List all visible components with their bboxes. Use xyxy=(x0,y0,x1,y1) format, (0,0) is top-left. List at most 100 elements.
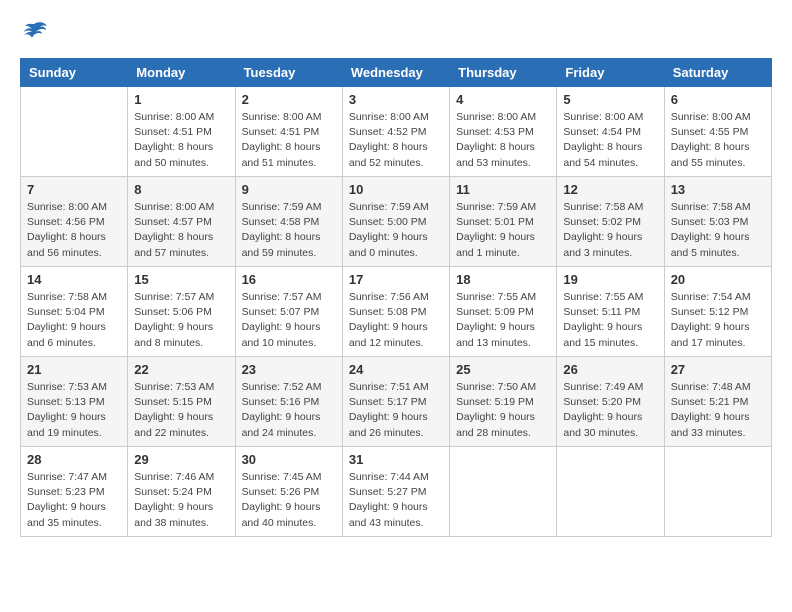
day-info: Sunrise: 7:53 AM Sunset: 5:13 PM Dayligh… xyxy=(27,380,121,441)
day-number: 14 xyxy=(27,272,121,287)
day-cell: 2 Sunrise: 8:00 AM Sunset: 4:51 PM Daylig… xyxy=(235,87,342,177)
week-row-3: 14 Sunrise: 7:58 AM Sunset: 5:04 PM Dayli… xyxy=(21,267,772,357)
day-cell: 16 Sunrise: 7:57 AM Sunset: 5:07 PM Dayli… xyxy=(235,267,342,357)
column-header-tuesday: Tuesday xyxy=(235,59,342,87)
day-cell: 19 Sunrise: 7:55 AM Sunset: 5:11 PM Dayli… xyxy=(557,267,664,357)
day-number: 17 xyxy=(349,272,443,287)
day-info: Sunrise: 7:54 AM Sunset: 5:12 PM Dayligh… xyxy=(671,290,765,351)
day-info: Sunrise: 7:46 AM Sunset: 5:24 PM Dayligh… xyxy=(134,470,228,531)
day-cell: 15 Sunrise: 7:57 AM Sunset: 5:06 PM Dayli… xyxy=(128,267,235,357)
day-number: 21 xyxy=(27,362,121,377)
day-number: 27 xyxy=(671,362,765,377)
day-info: Sunrise: 7:50 AM Sunset: 5:19 PM Dayligh… xyxy=(456,380,550,441)
day-number: 11 xyxy=(456,182,550,197)
day-cell: 28 Sunrise: 7:47 AM Sunset: 5:23 PM Dayli… xyxy=(21,447,128,537)
day-info: Sunrise: 7:44 AM Sunset: 5:27 PM Dayligh… xyxy=(349,470,443,531)
day-info: Sunrise: 8:00 AM Sunset: 4:55 PM Dayligh… xyxy=(671,110,765,171)
day-info: Sunrise: 7:59 AM Sunset: 5:01 PM Dayligh… xyxy=(456,200,550,261)
day-info: Sunrise: 7:55 AM Sunset: 5:09 PM Dayligh… xyxy=(456,290,550,351)
day-info: Sunrise: 7:47 AM Sunset: 5:23 PM Dayligh… xyxy=(27,470,121,531)
day-info: Sunrise: 8:00 AM Sunset: 4:54 PM Dayligh… xyxy=(563,110,657,171)
day-number: 8 xyxy=(134,182,228,197)
day-number: 9 xyxy=(242,182,336,197)
day-cell xyxy=(664,447,771,537)
day-cell: 20 Sunrise: 7:54 AM Sunset: 5:12 PM Dayli… xyxy=(664,267,771,357)
logo xyxy=(20,20,52,42)
column-header-thursday: Thursday xyxy=(450,59,557,87)
week-row-2: 7 Sunrise: 8:00 AM Sunset: 4:56 PM Daylig… xyxy=(21,177,772,267)
day-info: Sunrise: 8:00 AM Sunset: 4:57 PM Dayligh… xyxy=(134,200,228,261)
day-cell: 21 Sunrise: 7:53 AM Sunset: 5:13 PM Dayli… xyxy=(21,357,128,447)
day-cell: 7 Sunrise: 8:00 AM Sunset: 4:56 PM Daylig… xyxy=(21,177,128,267)
day-cell: 31 Sunrise: 7:44 AM Sunset: 5:27 PM Dayli… xyxy=(342,447,449,537)
day-info: Sunrise: 8:00 AM Sunset: 4:51 PM Dayligh… xyxy=(242,110,336,171)
day-number: 16 xyxy=(242,272,336,287)
day-cell: 26 Sunrise: 7:49 AM Sunset: 5:20 PM Dayli… xyxy=(557,357,664,447)
day-info: Sunrise: 7:53 AM Sunset: 5:15 PM Dayligh… xyxy=(134,380,228,441)
day-info: Sunrise: 7:55 AM Sunset: 5:11 PM Dayligh… xyxy=(563,290,657,351)
day-number: 4 xyxy=(456,92,550,107)
day-number: 6 xyxy=(671,92,765,107)
day-cell: 1 Sunrise: 8:00 AM Sunset: 4:51 PM Daylig… xyxy=(128,87,235,177)
day-cell: 14 Sunrise: 7:58 AM Sunset: 5:04 PM Dayli… xyxy=(21,267,128,357)
calendar-table: SundayMondayTuesdayWednesdayThursdayFrid… xyxy=(20,58,772,537)
day-info: Sunrise: 7:58 AM Sunset: 5:03 PM Dayligh… xyxy=(671,200,765,261)
day-cell: 24Sunrise: 7:51 AM Sunset: 5:17 PM Dayli… xyxy=(342,357,449,447)
day-number: 2 xyxy=(242,92,336,107)
day-number: 20 xyxy=(671,272,765,287)
day-number: 30 xyxy=(242,452,336,467)
day-cell: 6 Sunrise: 8:00 AM Sunset: 4:55 PM Daylig… xyxy=(664,87,771,177)
day-info: Sunrise: 7:59 AM Sunset: 5:00 PM Dayligh… xyxy=(349,200,443,261)
day-cell: 5Sunrise: 8:00 AM Sunset: 4:54 PM Daylig… xyxy=(557,87,664,177)
day-cell: 30 Sunrise: 7:45 AM Sunset: 5:26 PM Dayli… xyxy=(235,447,342,537)
day-info: Sunrise: 7:52 AM Sunset: 5:16 PM Dayligh… xyxy=(242,380,336,441)
day-cell: 11 Sunrise: 7:59 AM Sunset: 5:01 PM Dayli… xyxy=(450,177,557,267)
day-cell: 23 Sunrise: 7:52 AM Sunset: 5:16 PM Dayli… xyxy=(235,357,342,447)
day-info: Sunrise: 7:58 AM Sunset: 5:04 PM Dayligh… xyxy=(27,290,121,351)
day-cell: 27Sunrise: 7:48 AM Sunset: 5:21 PM Dayli… xyxy=(664,357,771,447)
day-number: 18 xyxy=(456,272,550,287)
day-number: 3 xyxy=(349,92,443,107)
day-cell: 29 Sunrise: 7:46 AM Sunset: 5:24 PM Dayli… xyxy=(128,447,235,537)
column-header-monday: Monday xyxy=(128,59,235,87)
day-cell: 22 Sunrise: 7:53 AM Sunset: 5:15 PM Dayli… xyxy=(128,357,235,447)
day-info: Sunrise: 7:45 AM Sunset: 5:26 PM Dayligh… xyxy=(242,470,336,531)
day-cell: 13 Sunrise: 7:58 AM Sunset: 5:03 PM Dayli… xyxy=(664,177,771,267)
day-number: 19 xyxy=(563,272,657,287)
day-info: Sunrise: 7:51 AM Sunset: 5:17 PM Dayligh… xyxy=(349,380,443,441)
column-header-saturday: Saturday xyxy=(664,59,771,87)
day-number: 13 xyxy=(671,182,765,197)
day-info: Sunrise: 7:57 AM Sunset: 5:07 PM Dayligh… xyxy=(242,290,336,351)
day-info: Sunrise: 8:00 AM Sunset: 4:51 PM Dayligh… xyxy=(134,110,228,171)
day-cell xyxy=(557,447,664,537)
day-cell: 18 Sunrise: 7:55 AM Sunset: 5:09 PM Dayli… xyxy=(450,267,557,357)
day-info: Sunrise: 8:00 AM Sunset: 4:56 PM Dayligh… xyxy=(27,200,121,261)
day-info: Sunrise: 7:49 AM Sunset: 5:20 PM Dayligh… xyxy=(563,380,657,441)
day-cell xyxy=(21,87,128,177)
day-cell: 25Sunrise: 7:50 AM Sunset: 5:19 PM Dayli… xyxy=(450,357,557,447)
day-number: 31 xyxy=(349,452,443,467)
day-cell: 3 Sunrise: 8:00 AM Sunset: 4:52 PM Daylig… xyxy=(342,87,449,177)
day-info: Sunrise: 8:00 AM Sunset: 4:52 PM Dayligh… xyxy=(349,110,443,171)
day-info: Sunrise: 7:56 AM Sunset: 5:08 PM Dayligh… xyxy=(349,290,443,351)
day-info: Sunrise: 7:59 AM Sunset: 4:58 PM Dayligh… xyxy=(242,200,336,261)
day-number: 7 xyxy=(27,182,121,197)
day-info: Sunrise: 8:00 AM Sunset: 4:53 PM Dayligh… xyxy=(456,110,550,171)
day-number: 22 xyxy=(134,362,228,377)
day-number: 28 xyxy=(27,452,121,467)
day-number: 23 xyxy=(242,362,336,377)
day-cell: 4 Sunrise: 8:00 AM Sunset: 4:53 PM Daylig… xyxy=(450,87,557,177)
day-cell: 10 Sunrise: 7:59 AM Sunset: 5:00 PM Dayli… xyxy=(342,177,449,267)
day-number: 10 xyxy=(349,182,443,197)
day-number: 29 xyxy=(134,452,228,467)
page-header xyxy=(20,20,772,42)
day-info: Sunrise: 7:57 AM Sunset: 5:06 PM Dayligh… xyxy=(134,290,228,351)
day-number: 26 xyxy=(563,362,657,377)
logo-icon xyxy=(20,20,48,42)
header-row: SundayMondayTuesdayWednesdayThursdayFrid… xyxy=(21,59,772,87)
day-number: 1 xyxy=(134,92,228,107)
day-cell: 12Sunrise: 7:58 AM Sunset: 5:02 PM Dayli… xyxy=(557,177,664,267)
day-cell xyxy=(450,447,557,537)
day-cell: 8 Sunrise: 8:00 AM Sunset: 4:57 PM Daylig… xyxy=(128,177,235,267)
day-number: 15 xyxy=(134,272,228,287)
